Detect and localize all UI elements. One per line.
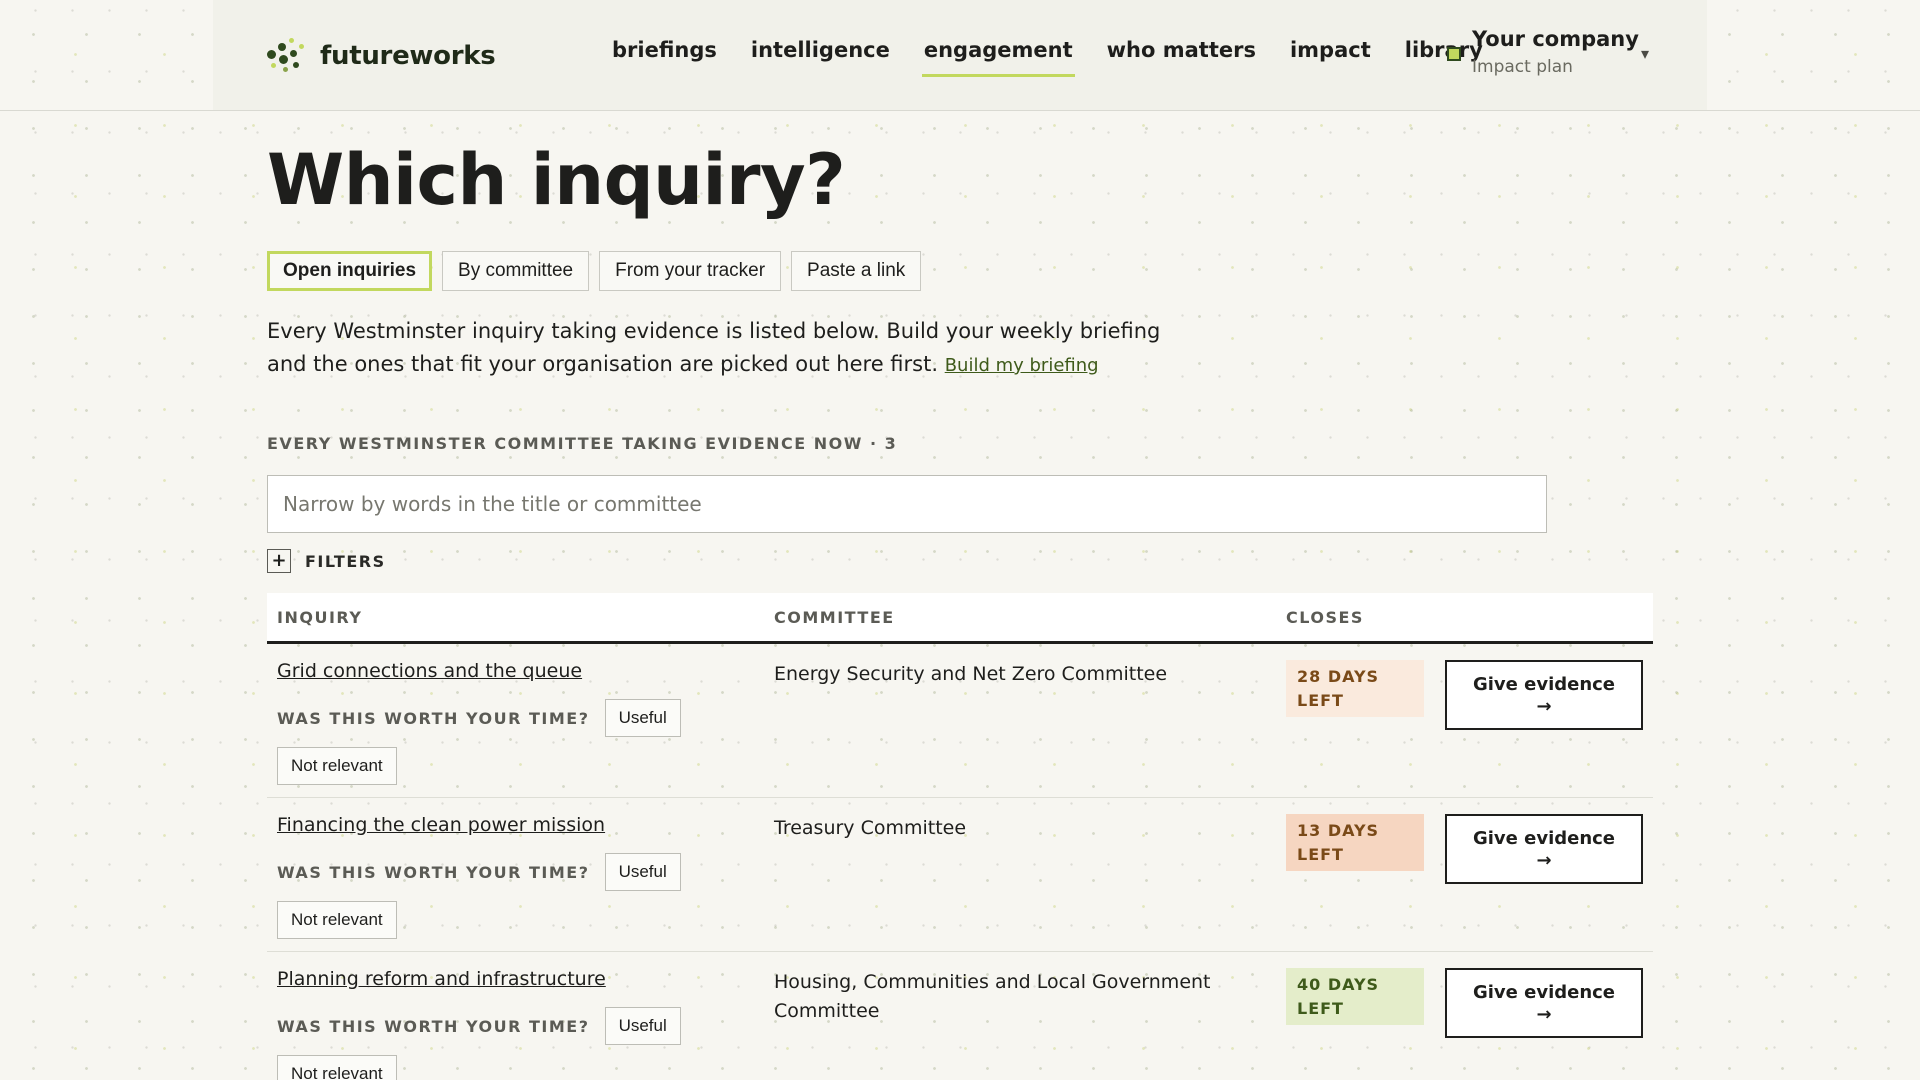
build-briefing-link[interactable]: Build my briefing	[945, 355, 1099, 376]
arrow-right-icon: →	[1536, 850, 1552, 871]
main-content: Which inquiry? Open inquiries By committ…	[267, 140, 1653, 1080]
nav-impact[interactable]: impact	[1288, 36, 1373, 77]
deadline-badge: 40 DAYS LEFT	[1286, 968, 1424, 1025]
inquiry-title-link[interactable]: Financing the clean power mission	[277, 814, 605, 836]
tab-from-tracker[interactable]: From your tracker	[599, 251, 782, 291]
useful-button[interactable]: Useful	[604, 1007, 681, 1045]
feedback-group: WAS THIS WORTH YOUR TIME? Useful Not rel…	[277, 853, 697, 939]
company-switcher[interactable]: Your company Impact plan	[1447, 27, 1639, 77]
tab-by-committee[interactable]: By committee	[442, 251, 590, 291]
brand-name: futureworks	[320, 41, 496, 71]
committee-name: Treasury Committee	[774, 817, 967, 839]
plus-icon: +	[267, 549, 291, 573]
feedback-group: WAS THIS WORTH YOUR TIME? Useful Not rel…	[277, 699, 697, 785]
nav-who-matters[interactable]: who matters	[1105, 36, 1258, 77]
give-evidence-button[interactable]: Give evidence →	[1445, 814, 1643, 884]
not-relevant-button[interactable]: Not relevant	[277, 901, 397, 939]
table-row: Financing the clean power mission WAS TH…	[267, 798, 1653, 952]
arrow-right-icon: →	[1536, 696, 1552, 717]
table-row: Grid connections and the queue WAS THIS …	[267, 644, 1653, 798]
page-title: Which inquiry?	[267, 139, 846, 221]
top-bar-inner: futureworks briefings intelligence engag…	[213, 0, 1707, 110]
committee-name: Energy Security and Net Zero Committee	[774, 663, 1168, 685]
deadline-left: LEFT	[1297, 691, 1344, 710]
deadline-days: 28 DAYS	[1297, 667, 1380, 686]
give-evidence-button[interactable]: Give evidence →	[1445, 968, 1643, 1038]
logo-dots-icon	[267, 38, 307, 74]
column-inquiry: INQUIRY	[277, 608, 363, 627]
search-input[interactable]	[267, 475, 1547, 533]
give-evidence-label: Give evidence	[1472, 828, 1616, 849]
nav-engagement[interactable]: engagement	[921, 36, 1075, 77]
company-swatch-icon	[1447, 47, 1461, 61]
tab-paste-link[interactable]: Paste a link	[791, 251, 922, 291]
filters-toggle[interactable]: + FILTERS	[267, 549, 1653, 573]
section-label: EVERY WESTMINSTER COMMITTEE TAKING EVIDE…	[267, 434, 898, 453]
useful-button[interactable]: Useful	[604, 853, 681, 891]
filters-label: FILTERS	[305, 551, 386, 571]
feedback-question: WAS THIS WORTH YOUR TIME?	[277, 708, 590, 728]
not-relevant-button[interactable]: Not relevant	[277, 1055, 397, 1080]
tab-open-inquiries[interactable]: Open inquiries	[267, 251, 433, 291]
nav-intelligence[interactable]: intelligence	[749, 36, 892, 77]
give-evidence-label: Give evidence	[1472, 982, 1616, 1003]
company-name: Your company	[1472, 27, 1639, 51]
chevron-down-icon[interactable]: ▾	[1641, 44, 1649, 63]
inquiry-title-link[interactable]: Planning reform and infrastructure	[277, 968, 606, 990]
deadline-days: 13 DAYS	[1297, 821, 1380, 840]
column-closes: CLOSES	[1286, 608, 1364, 627]
not-relevant-button[interactable]: Not relevant	[277, 747, 397, 785]
inquiry-title-link[interactable]: Grid connections and the queue	[277, 660, 582, 682]
brand-logo[interactable]: futureworks	[267, 38, 496, 74]
inquiry-tabs: Open inquiries By committee From your tr…	[267, 251, 1653, 291]
committee-name: Housing, Communities and Local Governmen…	[774, 971, 1211, 1022]
deadline-badge: 13 DAYS LEFT	[1286, 814, 1424, 871]
useful-button[interactable]: Useful	[604, 699, 681, 737]
deadline-left: LEFT	[1297, 999, 1344, 1018]
main-nav: briefings intelligence engagement who ma…	[610, 36, 1515, 77]
table-header: INQUIRY COMMITTEE CLOSES	[267, 593, 1653, 644]
company-plan: Impact plan	[1472, 57, 1573, 77]
give-evidence-label: Give evidence	[1472, 674, 1616, 695]
feedback-question: WAS THIS WORTH YOUR TIME?	[277, 1016, 590, 1036]
feedback-group: WAS THIS WORTH YOUR TIME? Useful Not rel…	[277, 1007, 697, 1080]
intro-paragraph: Every Westminster inquiry taking evidenc…	[267, 315, 1167, 382]
arrow-right-icon: →	[1536, 1004, 1552, 1025]
top-bar: futureworks briefings intelligence engag…	[0, 0, 1920, 111]
give-evidence-button[interactable]: Give evidence →	[1445, 660, 1643, 730]
inquiry-table: INQUIRY COMMITTEE CLOSES Grid connection…	[267, 593, 1653, 1080]
nav-briefings[interactable]: briefings	[610, 36, 719, 77]
feedback-question: WAS THIS WORTH YOUR TIME?	[277, 862, 590, 882]
deadline-left: LEFT	[1297, 845, 1344, 864]
column-committee: COMMITTEE	[774, 608, 895, 627]
deadline-days: 40 DAYS	[1297, 975, 1380, 994]
table-row: Planning reform and infrastructure WAS T…	[267, 952, 1653, 1080]
deadline-badge: 28 DAYS LEFT	[1286, 660, 1424, 717]
